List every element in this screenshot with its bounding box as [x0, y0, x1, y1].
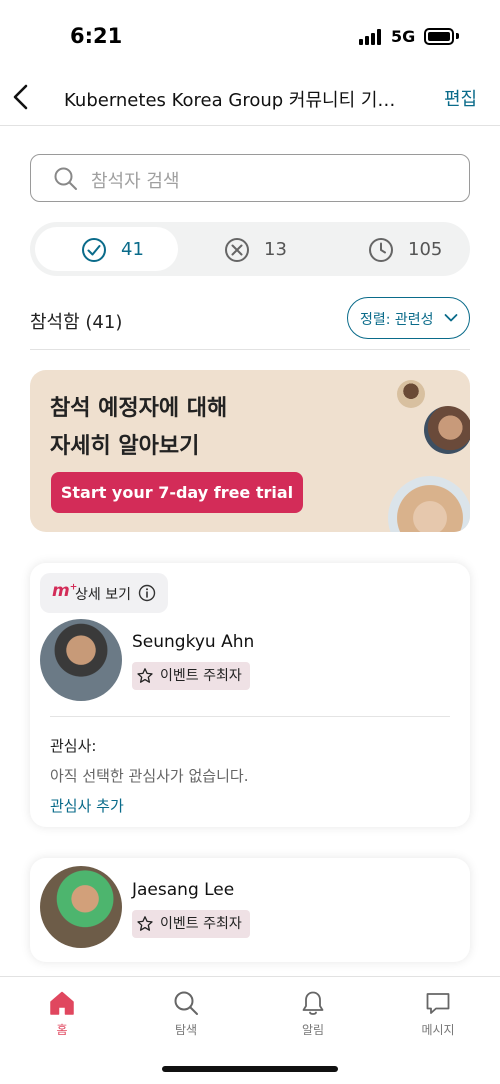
role-label: 이벤트 주최자: [160, 668, 242, 684]
tab-explore[interactable]: 탐색: [146, 989, 226, 1038]
tab-home-label: 홈: [56, 1023, 68, 1037]
add-interest-link[interactable]: 관심사 추가: [50, 795, 124, 816]
tab-notifications[interactable]: 알림: [273, 989, 353, 1038]
search-icon: [174, 991, 198, 1015]
tab-notifications-label: 알림: [301, 1023, 325, 1037]
promo-banner: 참석 예정자에 대해 자세히 알아보기 Start your 7-day fre…: [30, 370, 470, 532]
sort-label: 정렬: 관련성: [360, 312, 434, 328]
attendee-card[interactable]: Jaesang Lee 이벤트 주최자: [30, 858, 470, 962]
home-indicator: [162, 1066, 338, 1072]
filter-not-going[interactable]: 13: [178, 227, 321, 271]
going-count: 41: [121, 239, 144, 260]
clock-time: 6:21: [70, 24, 123, 48]
bell-icon: [302, 991, 324, 1015]
waitlist-count: 105: [408, 239, 443, 260]
sort-dropdown[interactable]: 정렬: 관련성: [347, 297, 470, 339]
promo-photo: [388, 476, 470, 532]
view-details-label: 상세 보기: [75, 587, 131, 603]
clock-icon: [369, 238, 393, 262]
page-title: Kubernetes Korea Group 커뮤니티 기…: [64, 90, 396, 111]
filter-going[interactable]: 41: [35, 227, 178, 271]
filter-waitlist[interactable]: 105: [322, 227, 465, 271]
promo-photo: [424, 406, 470, 454]
organizer-badge: 이벤트 주최자: [132, 910, 250, 938]
battery-icon: [424, 28, 454, 45]
signal-icon: [359, 29, 383, 45]
info-icon[interactable]: [138, 584, 156, 602]
free-trial-button[interactable]: Start your 7-day free trial: [51, 472, 303, 513]
attendance-filter: 41 13 105: [30, 222, 470, 276]
role-label: 이벤트 주최자: [160, 916, 242, 932]
status-bar: 6:21 5G: [0, 0, 500, 74]
star-icon: [137, 668, 153, 683]
home-icon: [50, 991, 74, 1015]
promo-title: 참석 예정자에 대해 자세히 알아보기: [50, 396, 228, 459]
interests-empty-text: 아직 선택한 관심사가 없습니다.: [50, 767, 249, 785]
organizer-badge: 이벤트 주최자: [132, 662, 250, 690]
not-going-count: 13: [264, 239, 287, 260]
tab-messages-label: 메시지: [421, 1023, 455, 1037]
tab-explore-label: 탐색: [174, 1023, 198, 1037]
back-arrow-icon[interactable]: [10, 82, 32, 112]
edit-button[interactable]: 편집: [444, 85, 477, 111]
interests-heading: 관심사:: [50, 737, 97, 755]
attendee-card[interactable]: m+ 상세 보기 Seungkyu Ahn 이벤트 주최자 관심사: 아직 선택…: [30, 563, 470, 827]
tab-messages[interactable]: 메시지: [398, 989, 478, 1038]
chat-icon: [426, 993, 450, 1014]
avatar[interactable]: [40, 619, 122, 701]
star-icon: [137, 916, 153, 931]
search-icon: [54, 167, 77, 190]
nav-bar: Kubernetes Korea Group 커뮤니티 기… 편집: [0, 74, 500, 126]
check-circle-icon: [82, 238, 106, 262]
view-details-button[interactable]: m+ 상세 보기: [40, 573, 168, 613]
attending-heading: 참석함 (41): [30, 312, 123, 333]
chevron-down-icon: [444, 314, 458, 322]
search-input[interactable]: 참석자 검색: [30, 154, 470, 202]
meetup-plus-logo: m+: [52, 581, 78, 601]
network-type: 5G: [391, 27, 416, 46]
attendee-name[interactable]: Jaesang Lee: [132, 880, 234, 900]
promo-photo: [397, 380, 425, 408]
x-circle-icon: [225, 238, 249, 262]
tab-home[interactable]: 홈: [22, 989, 102, 1038]
search-placeholder: 참석자 검색: [91, 171, 180, 192]
card-divider: [50, 716, 450, 717]
section-divider: [30, 349, 470, 350]
avatar[interactable]: [40, 866, 122, 948]
attendee-name[interactable]: Seungkyu Ahn: [132, 632, 254, 652]
